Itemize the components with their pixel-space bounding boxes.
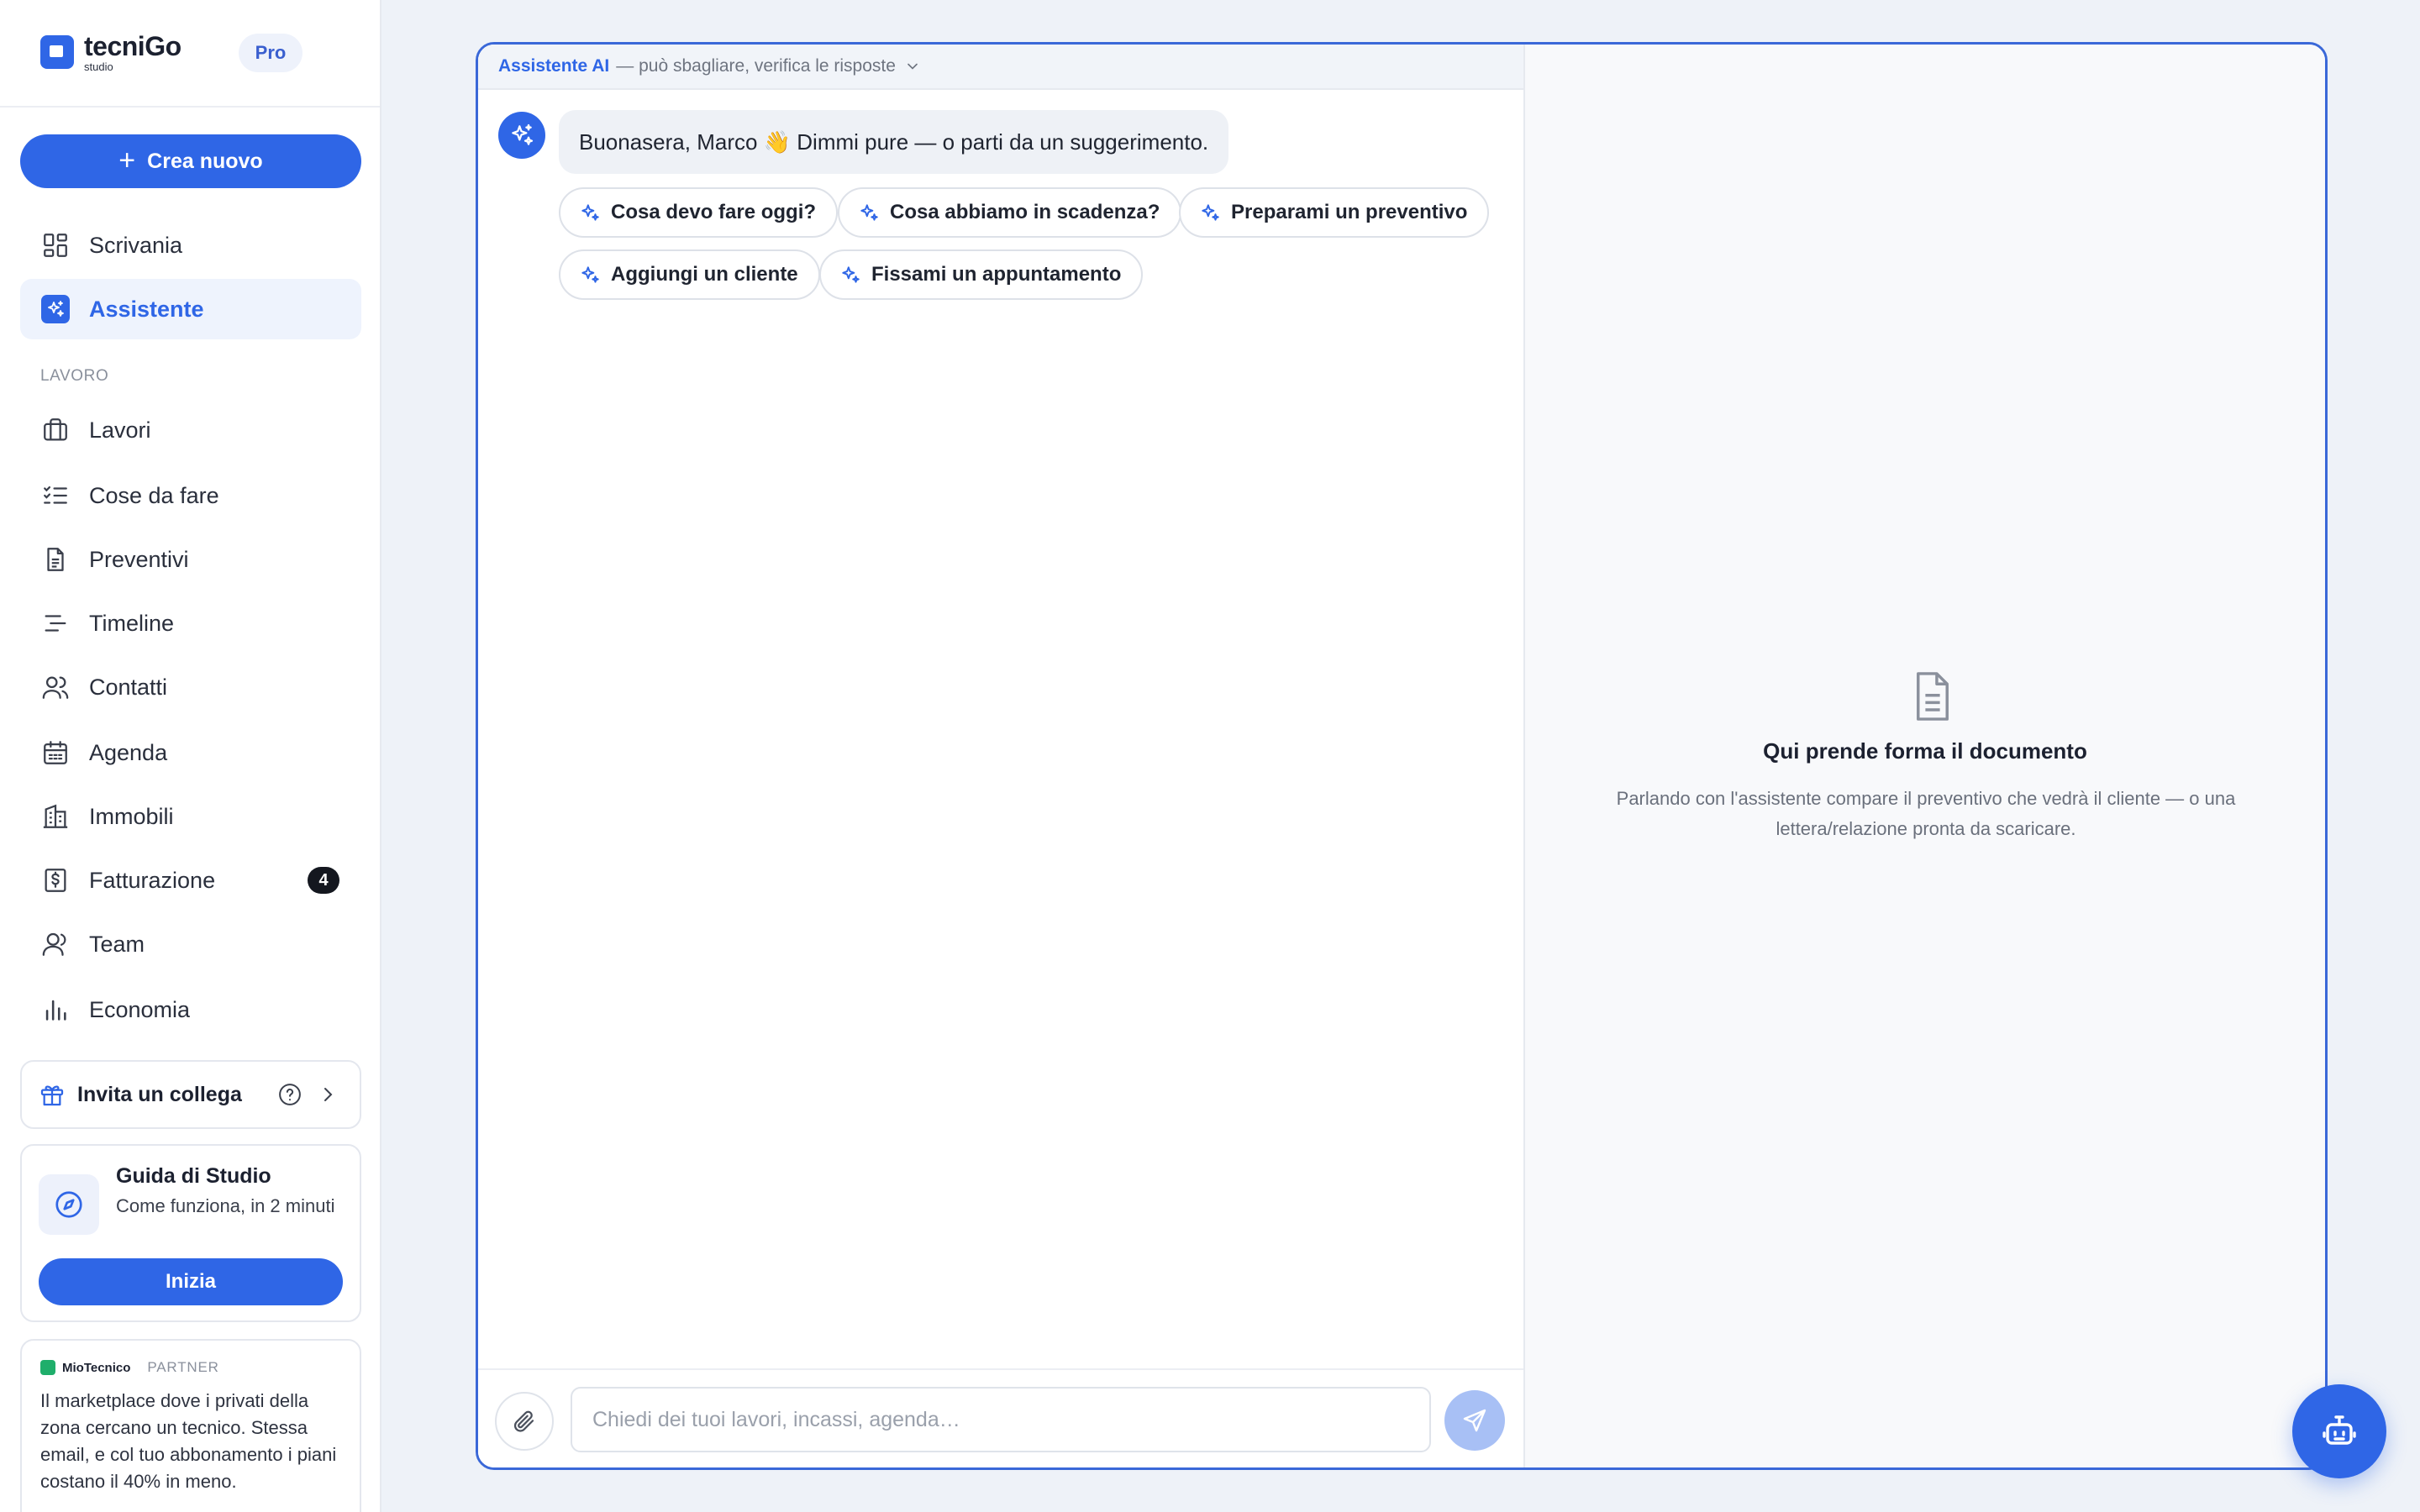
team-icon <box>40 929 71 959</box>
chevron-right-icon <box>318 1084 338 1105</box>
suggestion-label: Cosa devo fare oggi? <box>611 201 817 223</box>
timeline-icon <box>40 608 71 638</box>
sidebar-item-fatturazione[interactable]: Fatturazione 4 <box>20 850 361 911</box>
suggestion-label: Preparami un preventivo <box>1231 201 1468 223</box>
sidebar-item-economia[interactable]: Economia <box>20 979 361 1040</box>
partner-card[interactable]: MioTecnico PARTNER Il marketplace dove i… <box>20 1339 361 1512</box>
send-button[interactable] <box>1444 1390 1505 1451</box>
guide-desc: Come funziona, in 2 minuti <box>116 1195 335 1216</box>
assistant-fab-button[interactable] <box>2292 1384 2386 1478</box>
sidebar-item-label: Preventivi <box>89 546 189 572</box>
calendar-icon <box>40 738 71 768</box>
partner-brand: MioTecnico <box>62 1360 131 1375</box>
create-new-label: Crea nuovo <box>147 149 263 173</box>
sparkles-icon <box>860 204 878 221</box>
document-placeholder-desc: Parlando con l'assistente compare il pre… <box>1616 788 2236 839</box>
plan-badge: Pro <box>239 34 302 72</box>
sparkles-icon <box>40 294 71 324</box>
bar-chart-icon <box>40 995 71 1025</box>
sidebar-item-immobili[interactable]: Immobili <box>20 786 361 847</box>
sidebar-item-label: Scrivania <box>89 232 183 258</box>
sparkles-icon <box>1202 204 1219 221</box>
sidebar-item-agenda[interactable]: Agenda <box>20 722 361 783</box>
guide-card: Guida di Studio Come funziona, in 2 minu… <box>20 1144 361 1322</box>
section-label-lavoro: LAVORO <box>40 367 109 385</box>
chat-header[interactable]: Assistente AI — può sbagliare, verifica … <box>478 45 1523 90</box>
gift-icon <box>39 1081 66 1108</box>
assistant-greeting-message: Buonasera, Marco 👋 Dimmi pure — o parti … <box>559 110 1229 174</box>
attach-button[interactable] <box>495 1392 554 1451</box>
sidebar-item-label: Assistente <box>89 296 204 322</box>
checklist-icon <box>40 480 71 511</box>
sidebar-item-lavori[interactable]: Lavori <box>20 400 361 460</box>
sidebar-item-preventivi[interactable]: Preventivi <box>20 529 361 590</box>
suggestion-chip[interactable]: Aggiungi un cliente <box>559 249 820 300</box>
chat-input[interactable] <box>571 1387 1431 1452</box>
robot-icon <box>2323 1415 2356 1445</box>
brand-sub: studio <box>84 60 113 73</box>
fatturazione-count-badge: 4 <box>308 867 339 894</box>
assistant-avatar <box>498 112 545 159</box>
brand-logo[interactable]: tecniGo studio <box>40 29 182 76</box>
sidebar-item-label: Agenda <box>89 739 168 765</box>
tecnigo-logo-icon <box>40 35 74 69</box>
sparkles-icon <box>512 123 534 145</box>
document-placeholder-title: Qui prende forma il documento <box>1763 738 2087 764</box>
suggestion-label: Fissami un appuntamento <box>871 263 1122 286</box>
invite-label: Invita un collega <box>77 1082 242 1106</box>
document-icon <box>1907 669 1958 723</box>
sidebar-item-label: Economia <box>89 996 191 1022</box>
sidebar-item-label: Cose da fare <box>89 482 219 508</box>
partner-tag: PARTNER <box>147 1359 219 1375</box>
help-circle-icon[interactable] <box>277 1082 302 1107</box>
suggestion-label: Aggiungi un cliente <box>611 263 798 286</box>
sidebar-item-team[interactable]: Team <box>20 914 361 974</box>
sidebar-item-timeline[interactable]: Timeline <box>20 593 361 654</box>
brand-name: tecniGo <box>84 30 182 61</box>
start-guide-button[interactable]: Inizia <box>39 1258 343 1305</box>
guide-title: Guida di Studio <box>116 1164 271 1188</box>
sidebar-item-assistente[interactable]: Assistente <box>20 279 361 339</box>
suggestion-chip[interactable]: Cosa abbiamo in scadenza? <box>838 187 1182 238</box>
sparkles-icon <box>842 266 860 283</box>
sidebar-item-label: Fatturazione <box>89 867 216 893</box>
partner-text: Il marketplace dove i privati della zona… <box>40 1390 337 1492</box>
sparkles-icon <box>581 266 599 283</box>
sidebar-item-scrivania[interactable]: Scrivania <box>20 215 361 276</box>
building-icon <box>40 801 71 832</box>
sidebar-item-cose-da-fare[interactable]: Cose da fare <box>20 465 361 526</box>
chevron-down-icon[interactable] <box>904 58 921 75</box>
send-icon <box>1463 1409 1486 1432</box>
document-preview-pane: Qui prende forma il documento Parlando c… <box>1523 45 2325 1467</box>
chat-disclaimer: — può sbagliare, verifica le risposte <box>616 56 896 76</box>
sidebar-item-label: Timeline <box>89 610 175 636</box>
sidebar-item-label: Contatti <box>89 674 168 700</box>
invoice-icon <box>40 865 71 895</box>
assistant-panel: Assistente AI — può sbagliare, verifica … <box>476 42 2328 1470</box>
create-new-button[interactable]: + Crea nuovo <box>20 134 361 188</box>
suggestion-chip[interactable]: Cosa devo fare oggi? <box>559 187 839 238</box>
compass-icon <box>39 1174 99 1235</box>
suggestion-chip[interactable]: Preparami un preventivo <box>1179 187 1490 238</box>
suggestion-chip[interactable]: Fissami un appuntamento <box>819 249 1144 300</box>
chat-pane: Assistente AI — può sbagliare, verifica … <box>478 45 1523 1467</box>
plus-icon: + <box>118 144 136 176</box>
divider <box>0 106 380 108</box>
invite-colleague-card[interactable]: Invita un collega <box>20 1060 361 1129</box>
document-icon <box>40 544 71 575</box>
sidebar-item-contatti[interactable]: Contatti <box>20 657 361 717</box>
paperclip-icon <box>513 1410 534 1432</box>
sidebar: tecniGo studio Pro + Crea nuovo Scrivani… <box>0 0 381 1512</box>
sidebar-item-label: Immobili <box>89 803 174 829</box>
sidebar-item-label: Team <box>89 931 145 957</box>
chat-title: Assistente AI <box>498 56 610 76</box>
sidebar-item-label: Lavori <box>89 417 151 443</box>
briefcase-icon <box>40 415 71 445</box>
suggestion-label: Cosa abbiamo in scadenza? <box>890 201 1160 223</box>
dashboard-icon <box>40 230 71 260</box>
miotecnico-logo-icon <box>40 1360 55 1375</box>
sparkles-icon <box>581 204 599 221</box>
chat-input-bar <box>478 1368 1523 1467</box>
contacts-icon <box>40 672 71 702</box>
